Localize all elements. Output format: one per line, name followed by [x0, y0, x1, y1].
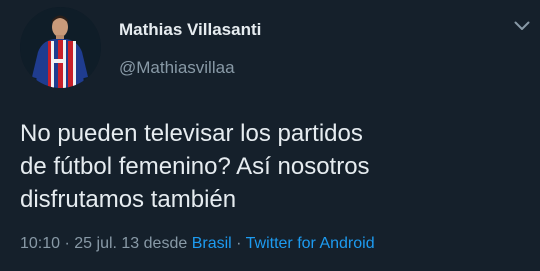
more-options-button[interactable] — [510, 14, 534, 38]
tweet-text-line: No pueden televisar los partidos — [20, 120, 363, 147]
tweet-card: Mathias Villasanti @Mathiasvillaa No pue… — [0, 0, 540, 271]
author-handle[interactable]: @Mathiasvillaa — [119, 58, 235, 78]
meta-separator: · — [60, 235, 75, 252]
tweet-meta: 10:10 · 25 jul. 13 desde Brasil · Twitte… — [20, 235, 375, 253]
location-link[interactable]: Brasil — [192, 235, 232, 252]
source-link[interactable]: Twitter for Android — [246, 235, 375, 252]
tweet-date[interactable]: 25 jul. 13 — [74, 235, 139, 252]
avatar-image — [20, 7, 101, 88]
meta-separator: · — [231, 235, 246, 252]
tweet-text-line: de fútbol femenino? Así nosotros — [20, 153, 370, 180]
author-name[interactable]: Mathias Villasanti — [119, 20, 261, 40]
chevron-down-icon — [514, 21, 530, 30]
tweet-text: No pueden televisar los partidos de fútb… — [20, 117, 520, 216]
tweet-time[interactable]: 10:10 — [20, 235, 60, 252]
tweet-text-line: disfrutamos también — [20, 186, 237, 213]
avatar[interactable] — [20, 7, 101, 88]
meta-from: desde — [139, 235, 192, 252]
